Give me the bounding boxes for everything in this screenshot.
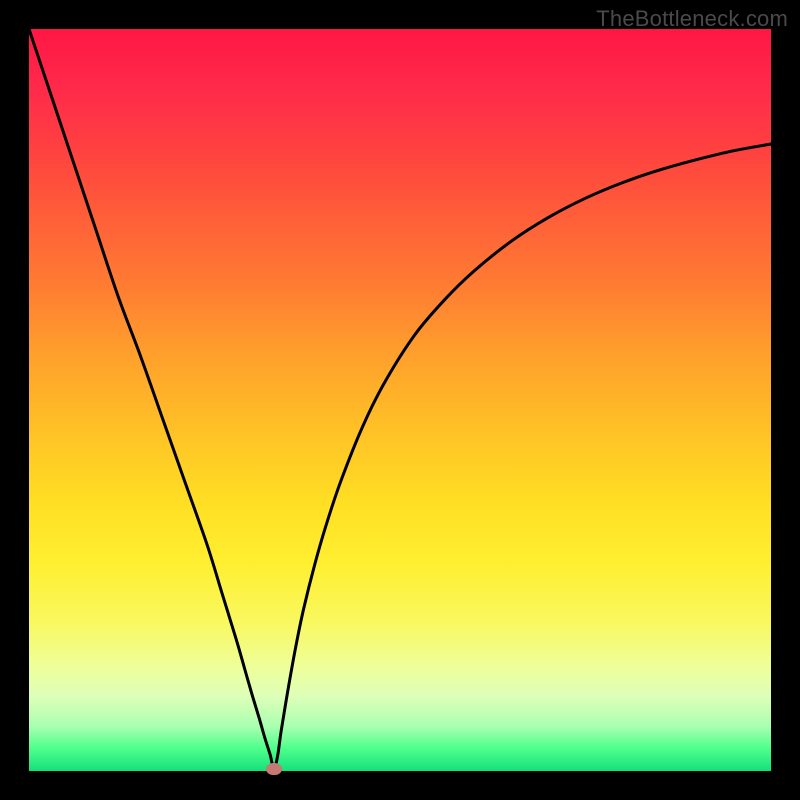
bottleneck-curve: [29, 29, 771, 771]
plot-area: [29, 29, 771, 771]
chart-frame: TheBottleneck.com: [0, 0, 800, 800]
optimal-point-marker: [266, 763, 282, 775]
